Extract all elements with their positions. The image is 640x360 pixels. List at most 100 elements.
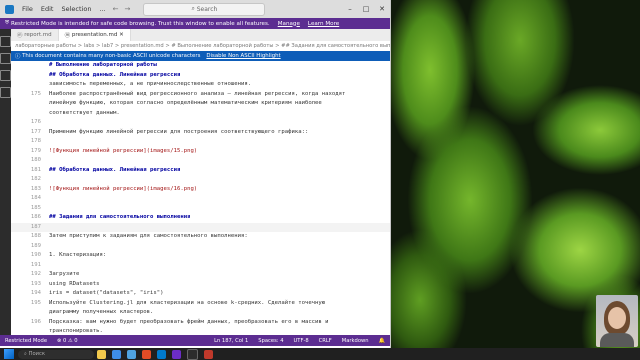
code-line[interactable]: 184 bbox=[11, 194, 390, 204]
learn-more-link[interactable]: Learn More bbox=[308, 21, 339, 27]
non-ascii-banner-text: This document contains many non-basic AS… bbox=[22, 53, 201, 59]
code-line[interactable]: 186 ## Задания для самостоятельного выпол… bbox=[11, 213, 390, 223]
code-line[interactable]: 192 Загрузите bbox=[11, 270, 390, 280]
manage-link[interactable]: Manage bbox=[278, 21, 300, 27]
minimize-button[interactable]: – bbox=[342, 5, 358, 13]
forward-arrow-icon[interactable]: → bbox=[122, 5, 134, 13]
code-line[interactable]: транспонировать. bbox=[11, 327, 390, 335]
edge-browser-icon[interactable] bbox=[112, 349, 121, 359]
line-number: 194 bbox=[30, 290, 41, 296]
line-text: Загрузите bbox=[49, 271, 80, 277]
webcam-overlay bbox=[596, 295, 638, 347]
back-arrow-icon[interactable]: ← bbox=[110, 5, 122, 13]
indentation-status[interactable]: Spaces: 4 bbox=[253, 338, 288, 344]
line-text: # Выполнение лабораторной работы bbox=[49, 62, 157, 68]
browser-icon[interactable] bbox=[142, 349, 151, 359]
notifications-bell-icon[interactable]: 🔔 bbox=[374, 338, 390, 344]
search-icon[interactable] bbox=[0, 53, 11, 64]
explorer-icon[interactable] bbox=[0, 36, 11, 47]
code-line[interactable]: 194 iris = dataset("datasets", "iris") bbox=[11, 289, 390, 299]
line-text: соответствует данным. bbox=[49, 109, 120, 116]
app-icon[interactable] bbox=[172, 349, 181, 359]
disable-highlight-link[interactable]: Disable Non ASCII Highlight bbox=[206, 53, 280, 59]
line-number: 181 bbox=[30, 166, 41, 173]
line-number: 193 bbox=[30, 280, 41, 287]
close-tab-icon[interactable]: ✕ bbox=[117, 32, 124, 38]
code-line[interactable]: 182 bbox=[11, 175, 390, 185]
media-icon[interactable] bbox=[204, 349, 213, 359]
code-line[interactable]: 175 Наиболее распространённый вид регресс… bbox=[11, 90, 390, 100]
code-line[interactable]: 179 ![Функция линейной регрессии](images/… bbox=[11, 147, 390, 157]
line-number: 195 bbox=[30, 299, 41, 306]
line-number bbox=[11, 71, 49, 81]
code-line[interactable]: линейную функцию, которая согласно опред… bbox=[11, 99, 390, 109]
code-line[interactable]: 185 bbox=[11, 204, 390, 214]
code-line[interactable]: 193 using RDatasets bbox=[11, 280, 390, 290]
line-text: Наиболее распространённый вид регрессион… bbox=[49, 90, 346, 97]
line-number: 188 bbox=[30, 233, 41, 239]
close-button[interactable]: ✕ bbox=[374, 5, 390, 13]
terminal-icon[interactable] bbox=[187, 348, 198, 360]
breadcrumb[interactable]: лабораторные работы > labs > lab7 > pres… bbox=[11, 41, 390, 51]
maximize-button[interactable]: □ bbox=[358, 5, 374, 13]
tab-report[interactable]: ⓜ report.md bbox=[11, 29, 59, 41]
code-line[interactable]: 181 ## Обработка данных. Линейная регресс… bbox=[11, 166, 390, 176]
source-control-icon[interactable] bbox=[0, 70, 11, 81]
code-line[interactable]: 176 bbox=[11, 118, 390, 128]
command-search-input[interactable]: ⌕ Search bbox=[143, 2, 266, 16]
windows-start-icon[interactable] bbox=[4, 349, 14, 359]
line-text: Подсказка: вам нужно будет преобразовать… bbox=[49, 318, 329, 325]
code-line[interactable]: 189 bbox=[11, 242, 390, 252]
line-text: линейную функцию, которая согласно опред… bbox=[49, 100, 322, 106]
code-line[interactable]: # Выполнение лабораторной работы bbox=[11, 61, 390, 71]
line-text: using RDatasets bbox=[49, 280, 100, 287]
line-number: 184 bbox=[30, 195, 41, 201]
code-line[interactable]: 177 Применим функцию линейной регрессии д… bbox=[11, 128, 390, 138]
line-text: ## Обработка данных. Линейная регрессия bbox=[49, 166, 181, 173]
line-number: 186 bbox=[30, 214, 41, 220]
restricted-mode-status[interactable]: Restricted Mode bbox=[0, 338, 52, 344]
cursor-position[interactable]: Ln 187, Col 1 bbox=[209, 338, 253, 344]
menu-more[interactable]: ... bbox=[95, 5, 109, 13]
tab-presentation[interactable]: ⓜ presentation.md ✕ bbox=[58, 29, 131, 41]
vscode-taskbar-icon[interactable] bbox=[157, 349, 166, 359]
code-line[interactable]: 191 bbox=[11, 261, 390, 271]
code-line[interactable]: 190 1. Кластеризация: bbox=[11, 251, 390, 261]
menu-file[interactable]: File bbox=[18, 5, 37, 13]
code-line[interactable]: 195 Используйте Clustering.jl для кластер… bbox=[11, 299, 390, 309]
line-text: ## Задания для самостоятельного выполнен… bbox=[49, 214, 191, 220]
line-text: Используйте Clustering.jl для кластериза… bbox=[49, 299, 326, 306]
code-editor[interactable]: # Выполнение лабораторной работы ## Обраб… bbox=[11, 61, 390, 335]
menu-edit[interactable]: Edit bbox=[37, 5, 58, 13]
line-text: ![Функция линейной регрессии](images/16.… bbox=[49, 185, 198, 192]
extensions-icon[interactable] bbox=[0, 87, 11, 98]
code-line[interactable]: 180 bbox=[11, 156, 390, 166]
line-number: 177 bbox=[30, 128, 41, 135]
code-line[interactable]: соответствует данным. bbox=[11, 109, 390, 119]
store-icon[interactable] bbox=[127, 349, 136, 359]
code-line[interactable]: ## Обработка данных. Линейная регрессия bbox=[11, 71, 390, 81]
markdown-file-icon: ⓜ bbox=[64, 33, 72, 39]
code-line[interactable]: 183 ![Функция линейной регрессии](images/… bbox=[11, 185, 390, 195]
line-number: 189 bbox=[30, 242, 41, 249]
code-line[interactable]: зависимость переменных, а не причинносле… bbox=[11, 80, 390, 90]
eol-status[interactable]: CRLF bbox=[314, 338, 337, 344]
line-number: 185 bbox=[30, 204, 41, 211]
line-number bbox=[11, 109, 49, 119]
markdown-file-icon: ⓜ bbox=[17, 33, 25, 39]
code-line[interactable]: 188 Затем приступим к заданиям для самост… bbox=[11, 232, 390, 242]
code-line[interactable]: диаграмму полученных кластеров. bbox=[11, 308, 390, 318]
language-mode[interactable]: Markdown bbox=[337, 338, 374, 344]
menu-selection[interactable]: Selection bbox=[57, 5, 95, 13]
file-explorer-icon[interactable] bbox=[97, 349, 106, 359]
code-line[interactable]: 187 bbox=[11, 222, 390, 232]
line-number: 187 bbox=[30, 223, 41, 230]
code-line[interactable]: 196 Подсказка: вам нужно будет преобразов… bbox=[11, 318, 390, 328]
search-label: Search bbox=[196, 5, 218, 13]
taskbar-search[interactable]: ⌕ Поиск bbox=[18, 349, 94, 359]
restricted-mode-banner: ⛨ Restricted Mode is intended for safe c… bbox=[0, 18, 390, 29]
code-line[interactable]: 178 bbox=[11, 137, 390, 147]
encoding-status[interactable]: UTF-8 bbox=[289, 338, 314, 344]
problems-status[interactable]: ⊗ 0 ⚠ 0 bbox=[52, 338, 83, 344]
line-text: ![Функция линейной регрессии](images/15.… bbox=[49, 147, 198, 154]
